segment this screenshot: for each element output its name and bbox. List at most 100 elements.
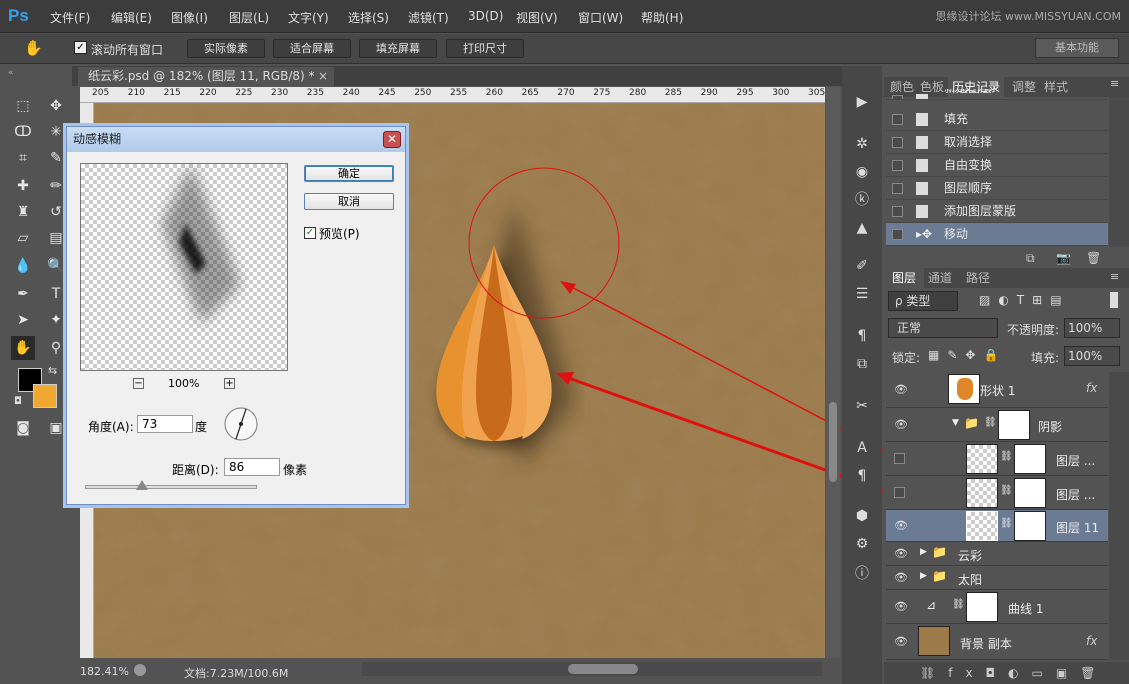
default-colors-icon[interactable]: ◘ (14, 396, 22, 407)
history-item[interactable]: 自由变换 (886, 154, 1108, 177)
scroll-all-checkbox[interactable]: ✓ (74, 41, 87, 54)
navigator-icon[interactable]: ✲ (848, 130, 876, 158)
zoom-out-button[interactable]: − (133, 378, 144, 389)
layer-row[interactable]: ⛓ 图层 ... (886, 442, 1108, 476)
visibility-eye-icon[interactable]: 👁 (894, 418, 908, 431)
hand-tool-active-icon[interactable]: ✋ (11, 336, 35, 360)
layer-filter-select[interactable]: ρ 类型 (888, 291, 958, 311)
crop-tool-icon[interactable]: ⌗ (11, 146, 35, 170)
trash-icon[interactable]: 🗑 (1086, 251, 1101, 265)
quick-mask-icon[interactable]: ◙ (11, 416, 35, 440)
status-menu-icon[interactable] (134, 664, 146, 676)
visibility-eye-icon[interactable]: 👁 (894, 600, 908, 613)
layer-row[interactable]: 👁 背景 副本 fx (886, 624, 1108, 660)
filter-toggle[interactable] (1110, 292, 1118, 308)
layer-group-row[interactable]: 👁 ▼ 📁 ⛓ 阴影 (886, 408, 1108, 442)
horizontal-scroll-thumb[interactable] (568, 664, 638, 674)
brush-presets-icon[interactable]: ✐ (848, 252, 876, 280)
distance-slider-track[interactable] (85, 485, 257, 489)
layer-row-selected[interactable]: 👁 ⛓ 图层 11 (886, 510, 1108, 542)
tab-layers[interactable]: 图层 (884, 268, 925, 288)
adjustments-icon[interactable]: ☰ (848, 280, 876, 308)
angle-dial[interactable] (223, 406, 259, 442)
angle-input[interactable]: 73 (137, 415, 193, 433)
dialog-close-button[interactable]: ✕ (383, 131, 401, 148)
background-color-swatch[interactable] (33, 384, 57, 408)
menu-view[interactable]: 视图(V) (516, 9, 558, 26)
visibility-box[interactable] (894, 487, 905, 498)
blend-mode-select[interactable]: 正常 (888, 318, 998, 338)
healing-brush-tool-icon[interactable]: ✚ (11, 174, 35, 198)
menu-filter[interactable]: 滤镜(T) (408, 9, 449, 26)
distance-input[interactable]: 86 (224, 458, 280, 476)
eraser-tool-icon[interactable]: ▱ (11, 226, 35, 250)
menu-file[interactable]: 文件(F) (50, 9, 90, 26)
menu-3d[interactable]: 3D(D) (468, 9, 503, 23)
fit-screen-button[interactable]: 适合屏幕 (273, 39, 351, 58)
hand-tool-icon[interactable]: ✋ (24, 39, 43, 57)
marquee-tool-icon[interactable]: ⬚ (11, 94, 35, 118)
histogram-icon[interactable]: ▲ (848, 214, 876, 242)
play-action-icon[interactable]: ▶ (848, 88, 876, 116)
blur-tool-icon[interactable]: 💧 (11, 254, 35, 278)
layer-group-row[interactable]: 👁 ▶ 📁 太阳 (886, 566, 1108, 590)
filter-preview[interactable] (80, 163, 288, 371)
layer-row[interactable]: 👁 形状 1 fx (886, 372, 1108, 408)
collapse-arrow-icon[interactable]: ▶ (920, 571, 927, 581)
visibility-eye-icon[interactable]: 👁 (894, 547, 908, 560)
history-item[interactable]: 图层顺序 (886, 177, 1108, 200)
menu-type[interactable]: 文字(Y) (288, 9, 329, 26)
dodge-tool-icon[interactable]: 🔍 (44, 254, 68, 278)
tool-presets-icon[interactable]: ✂ (848, 392, 876, 420)
collapse-icon[interactable]: « (8, 68, 14, 78)
fill-input[interactable]: 100% (1064, 346, 1120, 366)
tab-paths[interactable]: 路径 (966, 268, 990, 288)
layer-group-row[interactable]: 👁 ▶ 📁 云彩 (886, 542, 1108, 566)
ok-button[interactable]: 确定 (304, 165, 394, 182)
paragraph-icon[interactable]: ¶ (848, 462, 876, 490)
character-icon[interactable]: A (848, 434, 876, 462)
menu-image[interactable]: 图像(I) (171, 9, 208, 26)
history-item[interactable]: 填充 (886, 108, 1108, 131)
brush-tool-icon[interactable]: ✏ (44, 174, 68, 198)
fill-screen-button[interactable]: 填充屏幕 (359, 39, 437, 58)
gradient-tool-icon[interactable]: ▤ (44, 226, 68, 250)
menu-edit[interactable]: 编辑(E) (111, 9, 152, 26)
snapshot-icon[interactable]: 📷 (1056, 251, 1071, 265)
eyedropper-tool-icon[interactable]: ✎ (44, 146, 68, 170)
layers-menu-icon[interactable]: ≡ (1110, 270, 1119, 283)
kuler-icon[interactable]: ⓚ (848, 186, 876, 214)
type-tool-icon[interactable]: T (44, 282, 68, 306)
3d-icon[interactable]: ⬢ (848, 502, 876, 530)
visibility-eye-icon[interactable]: 👁 (894, 571, 908, 584)
layer-row[interactable]: 👁 ⊿ ⛓ 曲线 1 (886, 590, 1108, 624)
info-icon[interactable]: ⓘ (848, 560, 876, 588)
print-size-button[interactable]: 打印尺寸 (446, 39, 524, 58)
fx-badge[interactable]: fx (1086, 381, 1097, 395)
vertical-scroll-thumb[interactable] (829, 402, 837, 482)
history-scrollbar[interactable] (1109, 97, 1129, 247)
opacity-input[interactable]: 100% (1064, 318, 1120, 338)
expand-arrow-icon[interactable]: ▼ (952, 418, 959, 428)
cancel-button[interactable]: 取消 (304, 193, 394, 210)
distance-slider-thumb[interactable] (136, 480, 148, 490)
history-item-active[interactable]: ▸✥ 移动 (886, 223, 1108, 246)
visibility-eye-icon[interactable]: 👁 (894, 383, 908, 396)
history-brush-tool-icon[interactable]: ↺ (44, 200, 68, 224)
visibility-eye-icon[interactable]: 👁 (894, 519, 908, 532)
vertical-scrollbar[interactable] (826, 87, 840, 658)
tab-channels[interactable]: 通道 (928, 268, 952, 288)
history-item[interactable]: 新建图层 (886, 89, 1108, 100)
screen-mode-icon[interactable]: ▣ (44, 416, 68, 440)
magic-wand-tool-icon[interactable]: ✳ (44, 120, 68, 144)
color-wheel-icon[interactable]: ◉ (848, 158, 876, 186)
actual-pixels-button[interactable]: 实际像素 (187, 39, 265, 58)
measurement-icon[interactable]: ⚙ (848, 530, 876, 558)
visibility-box[interactable] (894, 453, 905, 464)
zoom-tool-icon[interactable]: ⚲ (44, 336, 68, 360)
menu-layer[interactable]: 图层(L) (229, 9, 269, 26)
menu-window[interactable]: 窗口(W) (578, 9, 623, 26)
layer-row[interactable]: ⛓ 图层 ... (886, 476, 1108, 510)
visibility-eye-icon[interactable]: 👁 (894, 635, 908, 648)
history-item[interactable]: 添加图层蒙版 (886, 200, 1108, 223)
